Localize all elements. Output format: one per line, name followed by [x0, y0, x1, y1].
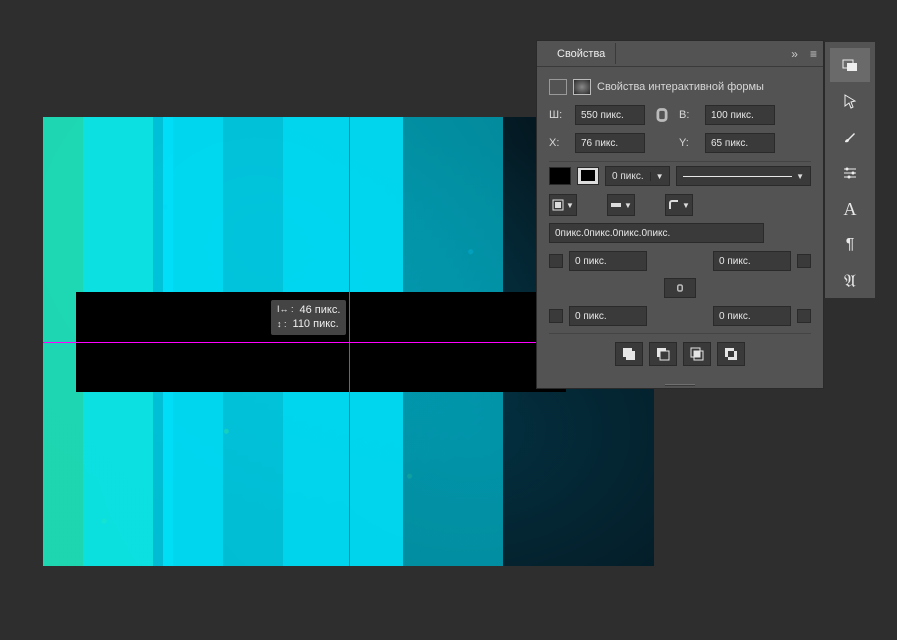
height-input[interactable] — [705, 105, 775, 125]
mask-icon — [573, 79, 591, 95]
stroke-corners-select[interactable]: ▼ — [665, 194, 693, 216]
stroke-align-select[interactable]: ▼ — [549, 194, 577, 216]
y-input[interactable] — [705, 133, 775, 153]
toolbar-glyphs-icon[interactable]: 𝔄 — [830, 264, 870, 298]
corner-br-lock[interactable] — [797, 309, 811, 323]
pathfinder-subtract[interactable] — [649, 342, 677, 366]
panel-tab-properties[interactable]: Свойства — [547, 43, 616, 64]
stroke-swatch[interactable] — [577, 167, 599, 185]
corner-tl-lock[interactable] — [549, 254, 563, 268]
guide-vertical[interactable] — [349, 117, 350, 566]
pathfinder-exclude[interactable] — [717, 342, 745, 366]
stroke-style-select[interactable]: ▼ — [676, 166, 811, 186]
panel-menu-button[interactable]: ≡ — [804, 43, 823, 65]
toolbar-selection-icon[interactable] — [830, 84, 870, 118]
toolbar-brushes-icon[interactable] — [830, 120, 870, 154]
panel-subtitle-label: Свойства интерактивной формы — [597, 81, 764, 93]
pathfinder-unite[interactable] — [615, 342, 643, 366]
panel-resize-grip[interactable] — [537, 382, 823, 388]
corner-tr-input[interactable] — [713, 251, 791, 271]
y-label: Y: — [679, 137, 699, 149]
corner-bl-lock[interactable] — [549, 309, 563, 323]
toolbar-type-icon[interactable]: A — [830, 192, 870, 226]
corner-tr-lock[interactable] — [797, 254, 811, 268]
shape-type-icon — [549, 79, 567, 95]
width-icon: I↔ : — [277, 304, 294, 316]
x-input[interactable] — [575, 133, 645, 153]
stroke-caps-select[interactable]: ▼ — [607, 194, 635, 216]
link-wh-icon[interactable] — [651, 105, 673, 125]
x-label: X: — [549, 137, 569, 149]
dash-pattern-input[interactable] — [549, 223, 764, 243]
panel-subtitle: Свойства интерактивной формы — [549, 79, 811, 95]
xy-spacer — [651, 133, 673, 153]
right-toolbar: A ¶ 𝔄 — [824, 42, 875, 298]
height-label: В: — [679, 109, 699, 121]
corner-br-input[interactable] — [713, 306, 791, 326]
toolbar-adjustments-icon[interactable] — [830, 156, 870, 190]
tooltip-width: 46 пикс. — [300, 303, 341, 317]
width-input[interactable] — [575, 105, 645, 125]
fill-swatch[interactable] — [549, 167, 571, 185]
pathfinder-intersect[interactable] — [683, 342, 711, 366]
panel-collapse-button[interactable]: » — [785, 43, 804, 65]
toolbar-paragraph-icon[interactable]: ¶ — [830, 228, 870, 262]
stroke-width-select[interactable]: 0 пикс.▼ — [605, 166, 670, 186]
tooltip-height: 110 пикс. — [293, 317, 339, 331]
panel-header[interactable]: Свойства » ≡ — [537, 41, 823, 67]
corner-bl-input[interactable] — [569, 306, 647, 326]
transform-tooltip: I↔ : 46 пикс. ↕ : 110 пикс. — [271, 300, 346, 335]
height-icon: ↕ : — [277, 319, 287, 331]
link-corners-button[interactable] — [664, 278, 696, 298]
toolbar-libraries-icon[interactable] — [830, 48, 870, 82]
properties-panel: Свойства » ≡ Свойства интерактивной форм… — [536, 40, 824, 389]
width-label: Ш: — [549, 109, 569, 121]
corner-tl-input[interactable] — [569, 251, 647, 271]
